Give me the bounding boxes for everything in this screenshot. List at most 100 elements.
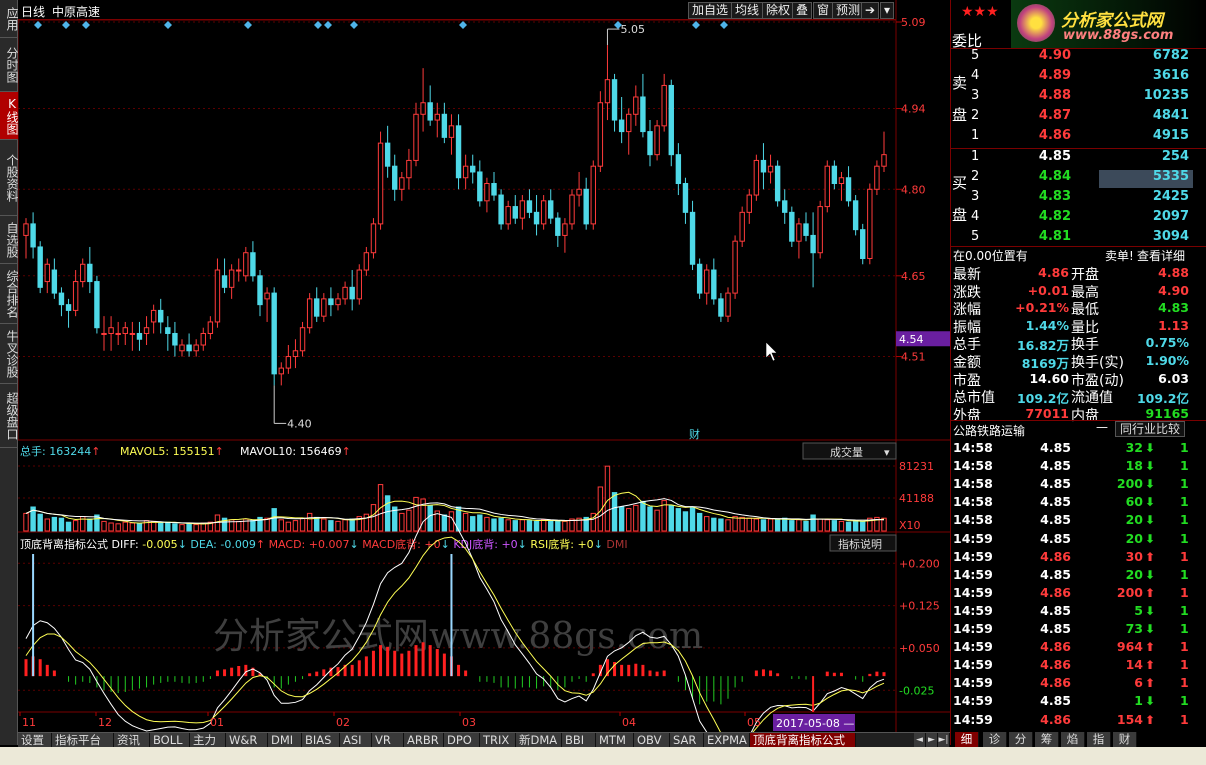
tick-time: 14:59: [953, 657, 993, 673]
left-tab-6[interactable]: 牛叉诊股: [0, 324, 19, 384]
scroll-left-icon[interactable]: ◄: [914, 733, 926, 748]
indicator-tab-18[interactable]: EXPMA: [704, 733, 750, 748]
candle-body: [725, 292, 731, 317]
candle-body: [314, 298, 320, 317]
left-tab-0[interactable]: 应用: [0, 0, 19, 38]
candle-body: [760, 159, 767, 173]
indicator-tab-4[interactable]: 主力: [190, 733, 226, 748]
tick-count: 1: [1180, 621, 1189, 636]
indicator-tab-13[interactable]: 新DMA: [516, 733, 562, 748]
tick-price: 4.86: [1040, 711, 1071, 727]
candle-body: [363, 252, 370, 271]
volume-bar: [271, 508, 277, 532]
logo: 分析家公式网 www.88gs.com: [1011, 0, 1206, 48]
left-tab-1[interactable]: 分时图: [0, 38, 19, 92]
buy-volume: 3094: [1152, 229, 1189, 244]
right-tab-3[interactable]: 筹: [1035, 732, 1059, 747]
sell-order-link[interactable]: 卖单!: [1105, 247, 1134, 264]
kline-chart[interactable]: 5.09 4.94 4.80 4.65 4.51 4.54 5.05 4.40 财总手: 163…: [18, 0, 950, 732]
indicator-tab-5[interactable]: W&R: [226, 733, 268, 748]
volume-bar: [604, 465, 611, 532]
left-tab-3[interactable]: 个股资料: [0, 140, 19, 216]
right-tab-6[interactable]: 财: [1113, 732, 1137, 747]
detail-link[interactable]: 查看详细: [1137, 247, 1185, 264]
indicator-tab-7[interactable]: BIAS: [302, 733, 340, 748]
x-tick-label: 11: [22, 716, 36, 729]
sell-level: 2: [971, 108, 980, 123]
right-tab-4[interactable]: 焰: [1061, 732, 1085, 747]
volume-bar: [23, 512, 29, 532]
volume-bar: [774, 519, 781, 532]
compare-button[interactable]: 同行业比较: [1115, 421, 1185, 437]
tick-time: 14:59: [953, 584, 993, 600]
tick-time: 14:58: [953, 494, 993, 510]
volume-bar: [321, 518, 327, 532]
candle-body: [150, 309, 157, 323]
scroll-end-icon[interactable]: ►|: [938, 733, 950, 748]
candle-body: [604, 79, 611, 104]
right-tab-2[interactable]: 分: [1009, 732, 1033, 747]
tick-volume: 200: [1116, 584, 1143, 600]
indicator-tab-19[interactable]: 顶底背离指标公式: [750, 733, 856, 748]
indicator-tab-17[interactable]: SAR: [670, 733, 704, 748]
diamond-marker-icon: [324, 21, 332, 29]
volume-bar: [427, 504, 433, 532]
volume-bar: [306, 512, 313, 532]
candle-body: [94, 281, 100, 329]
volume-bar: [470, 516, 476, 532]
low-marker-label: 4.40: [287, 417, 312, 430]
tick-time: 14:58: [953, 458, 993, 474]
left-tab-5[interactable]: 综合排名: [0, 264, 19, 324]
indicator-tab-12[interactable]: TRIX: [480, 733, 516, 748]
candle-body: [448, 125, 455, 138]
volume-unit-label: X10: [899, 519, 921, 532]
buy-price: 4.82: [1038, 209, 1071, 224]
stat-value: 4.88: [1158, 265, 1189, 280]
tick-time: 14:59: [953, 530, 993, 546]
volume-bar: [711, 517, 717, 532]
indicator-tab-9[interactable]: VR: [372, 733, 404, 748]
indicator-tab-0[interactable]: 设置: [18, 733, 52, 748]
volume-bar: [640, 500, 646, 532]
volume-bar: [285, 521, 292, 532]
left-tab-4[interactable]: 自选股: [0, 216, 19, 264]
indicator-tab-8[interactable]: ASI: [340, 733, 372, 748]
indicator-tab-15[interactable]: MTM: [596, 733, 634, 748]
right-tab-1[interactable]: 诊: [983, 732, 1007, 747]
buy-level: 5: [971, 229, 980, 244]
candle-body: [654, 125, 660, 156]
indicator-tab-6[interactable]: DMI: [268, 733, 302, 748]
volume-legend-item: MAVOL10: 156469↑: [240, 445, 351, 458]
sell-volume: 10235: [1143, 88, 1189, 103]
volume-bar: [654, 509, 660, 532]
buy-level: 3: [971, 189, 980, 204]
indicator-tab-10[interactable]: ARBR: [404, 733, 444, 748]
volume-bar: [689, 507, 696, 532]
tick-price: 4.85: [1040, 566, 1071, 582]
arrow-up-icon: ⬆: [1145, 658, 1156, 673]
scroll-right-icon[interactable]: ►: [926, 733, 938, 748]
logo-flower-icon: [1017, 4, 1055, 42]
buy-label-2: 盘: [952, 206, 968, 224]
volume-bar: [129, 522, 136, 532]
tick-volume: 73: [1125, 621, 1143, 636]
mouse-cursor-icon: [765, 341, 778, 362]
indicator-tab-16[interactable]: OBV: [634, 733, 670, 748]
buy-price: 4.83: [1038, 189, 1071, 204]
indicator-tab-14[interactable]: BBI: [562, 733, 596, 748]
sell-label-1: 卖: [952, 74, 968, 92]
left-tab-2[interactable]: K线图: [0, 92, 19, 140]
right-tab-0[interactable]: 细: [955, 732, 979, 747]
volume-bar: [384, 495, 391, 532]
candle-body: [299, 327, 306, 352]
indicator-tab-2[interactable]: 资讯: [114, 733, 150, 748]
left-tab-7[interactable]: 超级盘口: [0, 384, 19, 448]
indicator-tab-11[interactable]: DPO: [444, 733, 480, 748]
position-text: 在0.00位置有: [953, 249, 1028, 263]
candle-body: [172, 332, 178, 346]
right-tab-5[interactable]: 指: [1087, 732, 1111, 747]
rating-stars: ★★★: [961, 4, 999, 20]
indicator-tab-3[interactable]: BOLL: [150, 733, 190, 748]
indicator-tab-1[interactable]: 指标平台: [52, 733, 114, 748]
tick-price: 4.85: [1040, 602, 1071, 618]
